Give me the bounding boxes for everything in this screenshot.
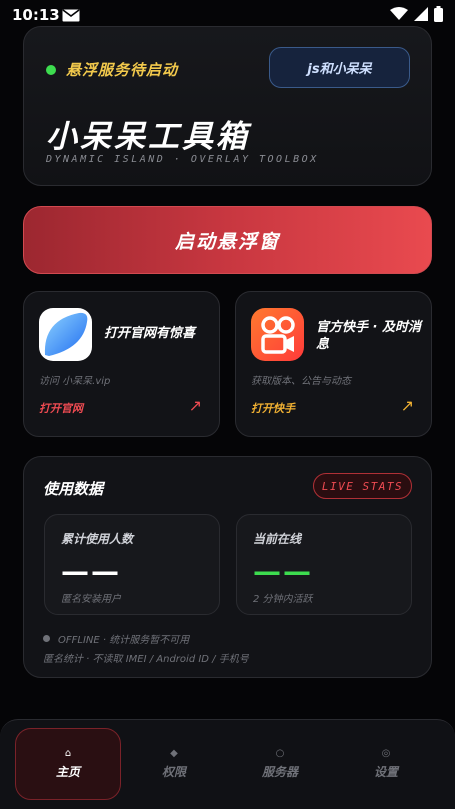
battery-icon bbox=[434, 6, 443, 22]
nav-server-label: 服务器 bbox=[261, 765, 298, 779]
nav-settings[interactable]: ◎ 设置 bbox=[333, 728, 439, 800]
stats-title: 使用数据 bbox=[43, 480, 104, 498]
arrow-up-right-icon: ↗ bbox=[188, 396, 202, 415]
nav-home[interactable]: ⌂ 主页 bbox=[15, 728, 121, 800]
total-users-label: 累计使用人数 bbox=[61, 532, 134, 546]
hero-card: 悬浮服务待启动 js和小呆呆 小呆呆工具箱 DYNAMIC ISLAND · O… bbox=[23, 26, 432, 186]
offline-dot-icon bbox=[43, 635, 50, 642]
arrow-up-right-icon: ↗ bbox=[400, 396, 414, 415]
diamond-icon: ◆ bbox=[170, 748, 178, 759]
app-title: 小呆呆工具箱 bbox=[46, 119, 250, 155]
privacy-note: 匿名统计 · 不读取 IMEI / Android ID / 手机号 bbox=[43, 654, 249, 665]
total-users-hint: 匿名安装用户 bbox=[61, 594, 121, 605]
server-icon: ○ bbox=[275, 748, 285, 759]
website-app-icon bbox=[39, 308, 92, 361]
open-website-link[interactable]: 打开官网 bbox=[39, 400, 83, 416]
launch-overlay-button[interactable]: 启动悬浮窗 bbox=[23, 206, 432, 274]
js-button[interactable]: js和小呆呆 bbox=[269, 47, 410, 88]
wifi-icon bbox=[390, 7, 408, 20]
open-kuaishou-link[interactable]: 打开快手 bbox=[251, 400, 295, 416]
usage-stats-card: 使用数据 LIVE STATS 累计使用人数 —— 匿名安装用户 当前在线 ——… bbox=[23, 456, 432, 678]
stats-service-status: OFFLINE · 统计服务暂不可用 bbox=[43, 631, 189, 646]
total-users-value: —— bbox=[61, 555, 121, 588]
app-subtitle: DYNAMIC ISLAND · OVERLAY TOOLBOX bbox=[46, 154, 319, 165]
nav-permissions-label: 权限 bbox=[161, 765, 186, 779]
settings-icon: ◎ bbox=[381, 748, 391, 759]
home-icon: ⌂ bbox=[64, 748, 72, 759]
bottom-nav: ⌂ 主页 ◆ 权限 ○ 服务器 ◎ 设置 bbox=[0, 719, 455, 809]
nav-home-label: 主页 bbox=[55, 765, 80, 779]
mail-icon bbox=[62, 9, 80, 22]
website-card[interactable]: 打开官网有惊喜 访问 小呆呆.vip 打开官网 ↗ bbox=[23, 291, 220, 437]
status-dot-icon bbox=[46, 64, 56, 75]
online-users-label: 当前在线 bbox=[253, 532, 302, 546]
service-status: 悬浮服务待启动 bbox=[46, 59, 178, 80]
kuaishou-card[interactable]: 官方快手 · 及时消息 获取版本、公告与动态 打开快手 ↗ bbox=[235, 291, 432, 437]
online-users-hint: 2 分钟内活跃 bbox=[253, 594, 313, 605]
kuaishou-card-title: 官方快手 · 及时消息 bbox=[316, 320, 421, 352]
kuaishou-card-desc: 获取版本、公告与动态 bbox=[251, 376, 351, 387]
service-status-text: 悬浮服务待启动 bbox=[66, 61, 179, 79]
nav-server[interactable]: ○ 服务器 bbox=[227, 728, 333, 800]
online-users-box: 当前在线 —— 2 分钟内活跃 bbox=[236, 514, 412, 615]
stats-service-status-text: OFFLINE · 统计服务暂不可用 bbox=[58, 635, 190, 646]
live-stats-badge: LIVE STATS bbox=[313, 473, 412, 499]
total-users-box: 累计使用人数 —— 匿名安装用户 bbox=[44, 514, 220, 615]
online-users-value: —— bbox=[253, 555, 313, 588]
nav-permissions[interactable]: ◆ 权限 bbox=[121, 728, 227, 800]
status-time: 10:13 bbox=[12, 6, 60, 24]
website-card-title: 打开官网有惊喜 bbox=[104, 326, 196, 341]
status-icons bbox=[390, 6, 443, 22]
app-screen: 10:13 悬浮服务待启动 js和小呆呆 小呆呆工具箱 DYNAMIC ISLA… bbox=[0, 0, 455, 809]
kuaishou-app-icon bbox=[251, 308, 304, 361]
website-card-desc: 访问 小呆呆.vip bbox=[39, 376, 111, 387]
signal-icon bbox=[414, 7, 428, 21]
nav-settings-label: 设置 bbox=[373, 765, 398, 779]
